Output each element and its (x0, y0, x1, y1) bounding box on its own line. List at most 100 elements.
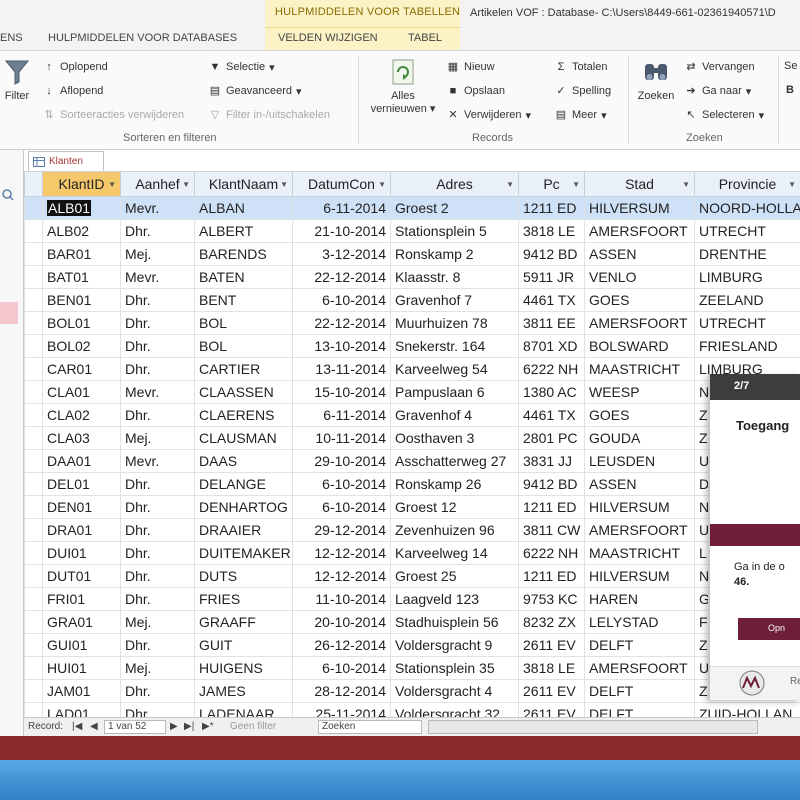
table-cell[interactable]: HILVERSUM (584, 564, 695, 588)
table-cell[interactable]: HAREN (584, 587, 695, 611)
prev-record-button[interactable]: ◀ (90, 721, 98, 732)
current-record-field[interactable]: 1 van 52 (104, 720, 166, 734)
table-cell[interactable]: 6-11-2014 (292, 403, 391, 427)
table-cell[interactable]: Voldersgracht 32 (390, 702, 519, 717)
table-cell[interactable]: BATEN (194, 265, 293, 289)
save-record-button[interactable]: ■ Opslaan (446, 84, 505, 98)
table-cell[interactable]: 1380 AC (518, 380, 585, 404)
sort-ascending-button[interactable]: ↑ Oplopend (42, 60, 107, 74)
table-cell[interactable]: LEUSDEN (584, 449, 695, 473)
table-cell[interactable]: MAASTRICHT (584, 357, 695, 381)
table-row[interactable]: GUI01 Dhr. GUIT 26-12-2014 Voldersgracht 9 26… (24, 633, 800, 657)
last-record-button[interactable]: ▶| (184, 721, 194, 732)
table-cell[interactable]: 13-11-2014 (292, 357, 391, 381)
table-cell[interactable]: DUT01 (42, 564, 121, 588)
row-selector[interactable] (24, 472, 43, 496)
new-record-nav-button[interactable]: ▶* (202, 721, 214, 732)
table-cell[interactable]: 8701 XD (518, 334, 585, 358)
table-row[interactable]: DEL01 Dhr. DELANGE 6-10-2014 Ronskamp 26 9412… (24, 472, 800, 496)
table-cell[interactable]: BAR01 (42, 242, 121, 266)
table-cell[interactable]: Groest 25 (390, 564, 519, 588)
table-row[interactable]: CLA03 Mej. CLAUSMAN 10-11-2014 Oosthaven 3 28… (24, 426, 800, 450)
column-header[interactable]: DatumCon ▼ (292, 171, 391, 197)
table-cell[interactable]: Muurhuizen 78 (390, 311, 519, 335)
table-row[interactable]: DAA01 Mevr. DAAS 29-10-2014 Asschatterweg 27… (24, 449, 800, 473)
table-cell[interactable]: GUIT (194, 633, 293, 657)
table-cell[interactable]: ZEELAND (694, 288, 800, 312)
sort-descending-button[interactable]: ↓ Aflopend (42, 84, 103, 98)
table-cell[interactable]: BOLSWARD (584, 334, 695, 358)
table-cell[interactable]: 2611 EV (518, 702, 585, 717)
table-row[interactable]: DUT01 Dhr. DUTS 12-12-2014 Groest 25 1211 ED H… (24, 564, 800, 588)
table-cell[interactable]: Groest 12 (390, 495, 519, 519)
table-cell[interactable]: Dhr. (120, 357, 195, 381)
row-selector[interactable] (24, 449, 43, 473)
row-selector[interactable] (24, 265, 43, 289)
table-cell[interactable]: DELFT (584, 679, 695, 703)
table-cell[interactable]: 9412 BD (518, 242, 585, 266)
table-cell[interactable]: DUITEMAKER (194, 541, 293, 565)
table-cell[interactable]: 6222 NH (518, 541, 585, 565)
table-row[interactable]: ALB02 Dhr. ALBERT 21-10-2014 Stationsplein 5… (24, 219, 800, 243)
column-header[interactable]: Aanhef ▼ (120, 171, 195, 197)
table-cell[interactable]: ASSEN (584, 242, 695, 266)
table-cell[interactable]: 6222 NH (518, 357, 585, 381)
table-cell[interactable]: 15-10-2014 (292, 380, 391, 404)
table-cell[interactable]: Mevr. (120, 196, 195, 220)
table-cell[interactable]: 3811 CW (518, 518, 585, 542)
table-cell[interactable]: Dhr. (120, 679, 195, 703)
table-cell[interactable]: DELFT (584, 702, 695, 717)
table-row[interactable]: DUI01 Dhr. DUITEMAKER 12-12-2014 Karveelweg … (24, 541, 800, 565)
table-cell[interactable]: LADENAAR (194, 702, 293, 717)
table-cell[interactable]: CLA02 (42, 403, 121, 427)
row-selector[interactable] (24, 656, 43, 680)
table-cell[interactable]: CAR01 (42, 357, 121, 381)
table-cell[interactable]: Karveelweg 14 (390, 541, 519, 565)
row-selector[interactable] (24, 679, 43, 703)
table-cell[interactable]: 5911 JR (518, 265, 585, 289)
row-selector[interactable] (24, 334, 43, 358)
table-cell[interactable]: Snekerstr. 164 (390, 334, 519, 358)
table-cell[interactable]: 28-12-2014 (292, 679, 391, 703)
table-cell[interactable]: AMERSFOORT (584, 219, 695, 243)
row-selector[interactable] (24, 311, 43, 335)
table-cell[interactable]: AMERSFOORT (584, 518, 695, 542)
navigation-pane[interactable] (0, 150, 24, 736)
table-cell[interactable]: GOES (584, 288, 695, 312)
table-row[interactable]: CLA01 Mevr. CLAASSEN 15-10-2014 Pampuslaan 6… (24, 380, 800, 404)
table-cell[interactable]: 9412 BD (518, 472, 585, 496)
table-cell[interactable]: UTRECHT (694, 219, 800, 243)
table-cell[interactable]: Dhr. (120, 541, 195, 565)
table-cell[interactable]: LAD01 (42, 702, 121, 717)
table-cell[interactable]: Mej. (120, 656, 195, 680)
table-cell[interactable]: Asschatterweg 27 (390, 449, 519, 473)
table-cell[interactable]: BOL (194, 311, 293, 335)
row-selector[interactable] (24, 380, 43, 404)
table-cell[interactable]: BOL02 (42, 334, 121, 358)
table-cell[interactable]: 3818 LE (518, 219, 585, 243)
table-row[interactable]: BOL02 Dhr. BOL 13-10-2014 Snekerstr. 164 8701… (24, 334, 800, 358)
table-cell[interactable]: 25-11-2014 (292, 702, 391, 717)
column-header[interactable]: Adres ▼ (390, 171, 519, 197)
table-cell[interactable]: Mevr. (120, 265, 195, 289)
table-cell[interactable]: Pampuslaan 6 (390, 380, 519, 404)
table-cell[interactable]: FRIESLAND (694, 334, 800, 358)
refresh-all-button[interactable]: Alles vernieuwen ▾ (364, 58, 442, 115)
goto-dropdown[interactable]: ➔ Ga naar ▾ (684, 84, 751, 98)
tab-table[interactable]: TABEL (408, 32, 442, 44)
table-cell[interactable]: GOUDA (584, 426, 695, 450)
remove-sort-button[interactable]: ⇅ Sorteeracties verwijderen (42, 108, 184, 122)
table-cell[interactable]: Dhr. (120, 472, 195, 496)
table-cell[interactable]: Dhr. (120, 564, 195, 588)
row-selector[interactable] (24, 403, 43, 427)
table-cell[interactable]: CLA01 (42, 380, 121, 404)
bold-button-partial[interactable]: B (786, 84, 794, 96)
tab-database-tools[interactable]: HULPMIDDELEN VOOR DATABASES (48, 32, 237, 44)
table-cell[interactable]: 1211 ED (518, 564, 585, 588)
replace-button[interactable]: ⇄ Vervangen (684, 60, 754, 74)
table-cell[interactable]: ASSEN (584, 472, 695, 496)
table-cell[interactable]: BARENDS (194, 242, 293, 266)
table-cell[interactable]: DENHARTOG (194, 495, 293, 519)
table-cell[interactable]: CLA03 (42, 426, 121, 450)
table-cell[interactable]: ALB02 (42, 219, 121, 243)
